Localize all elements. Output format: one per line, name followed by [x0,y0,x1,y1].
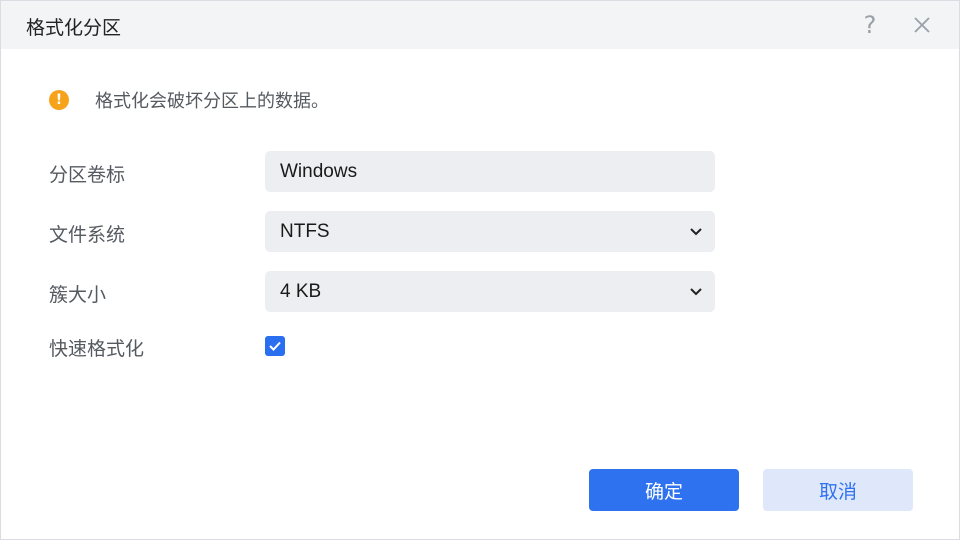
file-system-select[interactable]: NTFS [265,211,715,252]
help-icon: ? [863,11,877,39]
close-button[interactable] [908,11,936,39]
volume-label-label: 分区卷标 [49,164,126,186]
warning-icon: ! [49,90,69,110]
dialog-title: 格式化分区 [26,17,122,39]
quick-format-checkbox[interactable] [265,336,285,356]
warning-text: 格式化会破坏分区上的数据。 [95,91,329,112]
volume-label-input[interactable]: Windows [265,151,715,192]
warning-message: ! 格式化会破坏分区上的数据。 [49,89,329,112]
close-icon [914,17,930,33]
cluster-size-select[interactable]: 4 KB [265,271,715,312]
volume-label-value: Windows [280,160,358,182]
file-system-label: 文件系统 [49,224,126,246]
ok-button[interactable]: 确定 [589,469,739,511]
cluster-size-label: 簇大小 [49,284,107,306]
file-system-value: NTFS [280,220,330,242]
help-button[interactable]: ? [856,11,884,39]
quick-format-label: 快速格式化 [49,338,145,360]
cluster-size-value: 4 KB [280,280,322,302]
checkmark-icon [269,341,281,351]
format-partition-dialog: 格式化分区 ? ! 格式化会破坏分区上的数据。 分区卷标 Windows 文件系… [0,0,960,540]
cancel-button[interactable]: 取消 [763,469,913,511]
chevron-down-icon [690,228,702,236]
chevron-down-icon [690,288,702,296]
title-bar: 格式化分区 ? [1,1,959,49]
